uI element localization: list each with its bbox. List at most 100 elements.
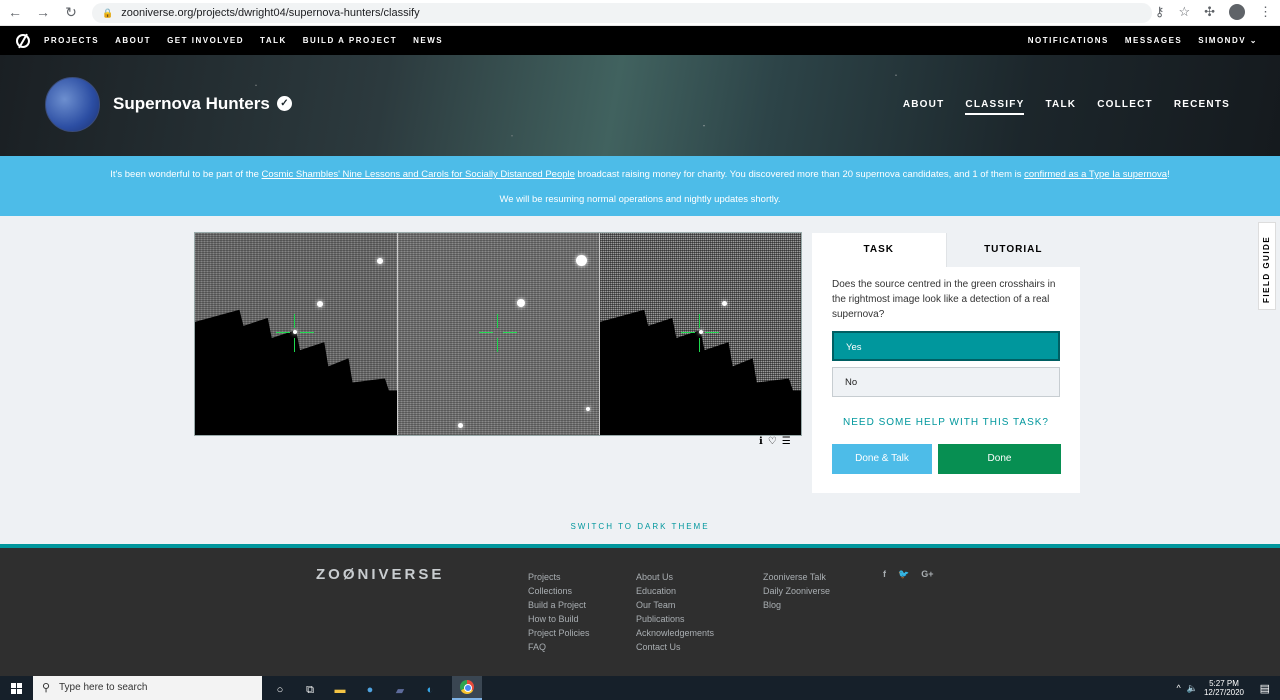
subject-viewer[interactable]	[194, 232, 802, 436]
type-ia-link[interactable]: confirmed as a Type Ia supernova	[1024, 169, 1167, 180]
tab-tutorial[interactable]: TUTORIAL	[945, 233, 1080, 267]
footer-link[interactable]: Contact Us	[636, 640, 714, 654]
footer-link[interactable]: How to Build	[528, 612, 590, 626]
key-icon[interactable]: ⚷	[1155, 4, 1165, 20]
nav-projects[interactable]: PROJECTS	[44, 36, 99, 45]
favorite-icon[interactable]: ♡	[768, 436, 777, 447]
task-panel: TASK TUTORIAL Does the source centred in…	[812, 233, 1080, 493]
lock-icon: 🔒	[102, 7, 114, 18]
forward-icon[interactable]: →	[36, 4, 50, 21]
verified-icon: ✓	[277, 96, 292, 111]
field-guide-tab[interactable]: FIELD GUIDE	[1258, 222, 1276, 310]
footer-link[interactable]: Our Team	[636, 598, 714, 612]
extensions-icon[interactable]: ✣	[1204, 4, 1215, 20]
crosshair-icon	[479, 314, 517, 352]
tab-task[interactable]: TASK	[812, 233, 946, 267]
project-nav-recents[interactable]: RECENTS	[1174, 99, 1230, 115]
collect-icon[interactable]: ☰	[782, 436, 791, 447]
footer-link[interactable]: Acknowledgements	[636, 626, 714, 640]
social-links: f 🐦 G+	[883, 569, 933, 580]
announcement-line2: We will be resuming normal operations an…	[499, 194, 781, 205]
profile-icon[interactable]	[1229, 4, 1245, 20]
footer-link[interactable]: Project Policies	[528, 626, 590, 640]
footer-link[interactable]: Projects	[528, 570, 590, 584]
browser-toolbar: ← → ↻ ⌂ 🔒 zooniverse.org/projects/dwrigh…	[0, 0, 1280, 26]
nav-notifications[interactable]: NOTIFICATIONS	[1028, 36, 1109, 45]
project-title[interactable]: Supernova Hunters	[113, 94, 270, 114]
project-nav-about[interactable]: ABOUT	[903, 99, 945, 115]
star-icon[interactable]: ☆	[1178, 4, 1190, 20]
nav-messages[interactable]: MESSAGES	[1125, 36, 1182, 45]
windows-start-icon[interactable]	[11, 683, 22, 694]
subject-image-target[interactable]	[195, 233, 397, 435]
notification-icon[interactable]: ▤	[1260, 682, 1270, 695]
answer-no-button[interactable]: No	[832, 367, 1060, 397]
nav-user-menu[interactable]: SIMONDV ⌄	[1198, 36, 1258, 45]
project-nav-collect[interactable]: COLLECT	[1097, 99, 1153, 115]
answer-yes-button[interactable]: Yes	[832, 331, 1060, 361]
footer-link[interactable]: About Us	[636, 570, 714, 584]
crosshair-icon	[681, 314, 719, 352]
project-nav-talk[interactable]: TALK	[1045, 99, 1076, 115]
subject-image-difference[interactable]	[599, 233, 801, 435]
footer-link[interactable]: Collections	[528, 584, 590, 598]
footer-link[interactable]: Zooniverse Talk	[763, 570, 830, 584]
footer-column-about: About Us Education Our Team Publications…	[636, 570, 714, 654]
info-icon[interactable]: ℹ	[759, 436, 763, 447]
announcement-line1: It's been wonderful to be part of the Co…	[0, 169, 1280, 180]
cortana-icon[interactable]: ○	[272, 682, 288, 698]
edge-icon[interactable]: ◐	[422, 682, 438, 698]
windows-taskbar: ⚲ Type here to search ○ ⧉ ▬ ● ▰ ◐ ^ 🔈 5:…	[0, 676, 1280, 700]
project-nav-classify[interactable]: CLASSIFY	[965, 99, 1025, 115]
facebook-icon[interactable]: f	[883, 569, 886, 580]
system-tray: ^ 🔈 5:27 PM 12/27/2020	[1177, 679, 1245, 697]
switch-dark-theme-button[interactable]: SWITCH TO DARK THEME	[0, 522, 1280, 531]
nav-about[interactable]: ABOUT	[115, 36, 151, 45]
task-view-icon[interactable]: ⧉	[302, 682, 318, 698]
volume-icon[interactable]: 🔈	[1187, 683, 1198, 694]
file-explorer-icon[interactable]: ▬	[332, 682, 348, 698]
site-footer: ZOØNIVERSE Projects Collections Build a …	[0, 544, 1280, 676]
menu-icon[interactable]: ⋮	[1259, 4, 1272, 20]
footer-logo[interactable]: ZOØNIVERSE	[316, 566, 444, 583]
viewer-tools: ℹ ♡ ☰	[759, 436, 791, 447]
google-plus-icon[interactable]: G+	[921, 569, 933, 580]
announcement-text: It's been wonderful to be part of the	[110, 169, 262, 180]
address-bar[interactable]: 🔒 zooniverse.org/projects/dwright04/supe…	[92, 3, 1152, 23]
footer-link[interactable]: Education	[636, 584, 714, 598]
done-button[interactable]: Done	[938, 444, 1061, 474]
footer-link[interactable]: Daily Zooniverse	[763, 584, 830, 598]
footer-link[interactable]: Blog	[763, 598, 830, 612]
cosmic-shambles-link[interactable]: Cosmic Shambles' Nine Lessons and Carols…	[262, 169, 575, 180]
search-icon: ⚲	[42, 682, 51, 694]
taskbar-search-input[interactable]: ⚲ Type here to search	[33, 676, 262, 700]
footer-link[interactable]: FAQ	[528, 640, 590, 654]
announcement-text: !	[1167, 169, 1170, 180]
project-avatar[interactable]	[45, 77, 100, 132]
nav-get-involved[interactable]: GET INVOLVED	[167, 36, 244, 45]
reload-icon[interactable]: ↻	[64, 4, 78, 21]
zooniverse-logo-icon[interactable]	[16, 33, 30, 48]
nav-talk[interactable]: TALK	[260, 36, 287, 45]
star	[377, 258, 383, 264]
footer-link[interactable]: Publications	[636, 612, 714, 626]
task-help-link[interactable]: NEED SOME HELP WITH THIS TASK?	[812, 417, 1080, 428]
footer-link[interactable]: Build a Project	[528, 598, 590, 612]
subject-image-reference[interactable]	[397, 233, 599, 435]
footer-column-projects: Projects Collections Build a Project How…	[528, 570, 590, 654]
clock-date: 12/27/2020	[1203, 688, 1244, 697]
star	[458, 423, 463, 428]
taskbar-apps: ○ ⧉ ▬ ● ▰ ◐	[272, 676, 482, 700]
star	[576, 255, 587, 266]
chrome-taskbar-icon[interactable]	[452, 676, 482, 700]
back-icon[interactable]: ←	[8, 4, 22, 21]
project-nav: ABOUT CLASSIFY TALK COLLECT RECENTS	[903, 99, 1230, 115]
nav-news[interactable]: NEWS	[413, 36, 443, 45]
terminal-icon[interactable]: ▰	[392, 682, 408, 698]
done-and-talk-button[interactable]: Done & Talk	[832, 444, 932, 474]
nav-build-a-project[interactable]: BUILD A PROJECT	[303, 36, 397, 45]
twitter-icon[interactable]: 🐦	[898, 569, 909, 580]
chevron-up-icon[interactable]: ^	[1177, 683, 1181, 693]
app-icon[interactable]: ●	[362, 682, 378, 698]
clock[interactable]: 5:27 PM 12/27/2020	[1204, 679, 1244, 697]
